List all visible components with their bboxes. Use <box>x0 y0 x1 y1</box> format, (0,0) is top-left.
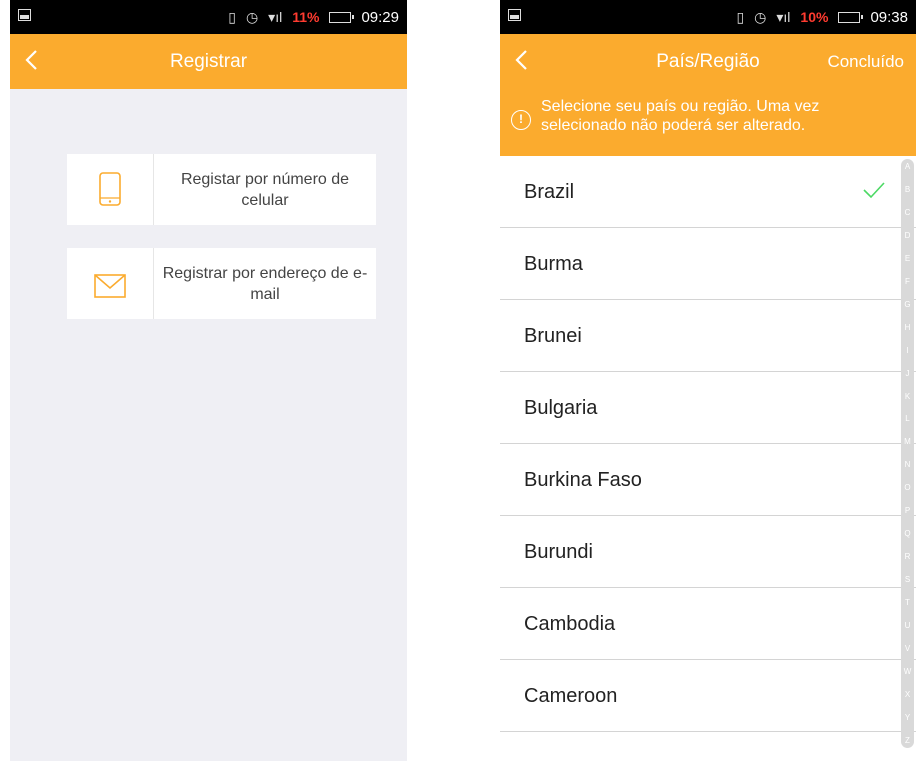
country-row[interactable]: Burkina Faso <box>500 444 916 516</box>
country-name: Brunei <box>524 325 582 347</box>
index-letter[interactable]: W <box>904 667 912 676</box>
battery-icon <box>838 11 864 23</box>
country-name: Burundi <box>524 541 593 563</box>
notice-text: Selecione seu país ou região. Uma vez se… <box>541 98 820 134</box>
index-letter[interactable]: J <box>906 369 910 378</box>
index-letter[interactable]: T <box>905 598 910 607</box>
index-letter[interactable]: B <box>905 185 910 194</box>
index-letter[interactable]: E <box>905 254 910 263</box>
done-button[interactable]: Concluído <box>827 34 904 89</box>
index-letter[interactable]: P <box>905 506 910 515</box>
register-by-phone-label: Registar por número de celular <box>180 170 350 209</box>
status-time: 09:38 <box>870 8 908 26</box>
status-bar: ▯ ◷ ▾ıl 11% 09:29 <box>10 0 407 34</box>
alarm-icon: ◷ <box>754 8 767 25</box>
country-row[interactable]: Cambodia <box>500 588 916 660</box>
country-name: Cameroon <box>524 685 618 707</box>
index-letter[interactable]: N <box>905 460 911 469</box>
country-row[interactable]: Bulgaria <box>500 372 916 444</box>
index-letter[interactable]: Q <box>904 529 910 538</box>
wifi-signal-icon: ▾ıl <box>268 8 283 25</box>
index-letter[interactable]: V <box>905 644 910 653</box>
index-letter[interactable]: D <box>905 231 911 240</box>
register-by-email-option[interactable]: Registrar por endereço de e-mail <box>67 248 376 319</box>
selected-check-icon <box>863 182 885 199</box>
index-letter[interactable]: C <box>905 208 911 217</box>
country-row[interactable]: Brunei <box>500 300 916 372</box>
navbar: Registrar <box>10 34 407 89</box>
battery-icon <box>329 11 355 23</box>
gallery-notification-icon <box>18 9 31 21</box>
page-title: Registrar <box>169 51 248 72</box>
vibrate-icon: ▯ <box>736 8 745 25</box>
warning-icon: ! <box>511 110 531 130</box>
status-time: 09:29 <box>361 8 399 26</box>
country-name: Brazil <box>524 181 575 203</box>
index-letter[interactable]: I <box>906 346 908 355</box>
country-row[interactable]: Brazil <box>500 156 916 228</box>
gallery-notification-icon <box>508 9 521 21</box>
status-bar: ▯ ◷ ▾ıl 10% 09:38 <box>500 0 916 34</box>
index-letter[interactable]: K <box>905 392 910 401</box>
index-letter[interactable]: G <box>904 300 910 309</box>
index-letter[interactable]: R <box>905 552 911 561</box>
index-letter[interactable]: Z <box>905 736 910 745</box>
navbar: País/Região Concluído <box>500 34 916 89</box>
index-letter[interactable]: H <box>905 323 911 332</box>
index-letter[interactable]: M <box>904 437 911 446</box>
mobile-phone-icon <box>99 172 121 206</box>
battery-percentage: 10% <box>800 9 829 25</box>
index-letter[interactable]: A <box>905 162 910 171</box>
alphabet-index-scrollbar[interactable]: A B C D E F G H I J K L M N O P Q R S T U V W X Y Z <box>901 159 914 748</box>
index-letter[interactable]: L <box>905 414 909 423</box>
country-region-screen: ▯ ◷ ▾ıl 10% 09:38 País/Região Concluído … <box>500 0 916 761</box>
index-letter[interactable]: X <box>905 690 910 699</box>
alarm-icon: ◷ <box>245 8 259 25</box>
index-letter[interactable]: U <box>905 621 911 630</box>
country-list: Brazil Burma Brunei Bulgaria Burkina Faso Bur… <box>500 156 916 732</box>
country-name: Burma <box>524 253 583 275</box>
index-letter[interactable]: S <box>905 575 910 584</box>
index-letter[interactable]: F <box>905 277 910 286</box>
register-by-email-label: Registrar por endereço de e-mail <box>162 264 368 303</box>
selection-notice: ! Selecione seu país ou região. Uma vez … <box>500 89 916 156</box>
country-row[interactable]: Burundi <box>500 516 916 588</box>
country-name: Cambodia <box>524 613 616 635</box>
index-letter[interactable]: Y <box>905 713 910 722</box>
register-by-phone-option[interactable]: Registar por número de celular <box>67 154 376 225</box>
wifi-signal-icon: ▾ıl <box>776 8 791 25</box>
index-letter[interactable]: O <box>904 483 910 492</box>
country-row[interactable]: Cameroon <box>500 660 916 732</box>
envelope-icon <box>94 274 126 298</box>
country-name: Burkina Faso <box>524 469 642 491</box>
country-name: Bulgaria <box>524 397 598 419</box>
register-screen: ▯ ◷ ▾ıl 11% 09:29 Registrar Registar por… <box>10 0 407 761</box>
country-row[interactable]: Burma <box>500 228 916 300</box>
battery-percentage: 11% <box>292 9 320 25</box>
vibrate-icon: ▯ <box>228 8 236 25</box>
